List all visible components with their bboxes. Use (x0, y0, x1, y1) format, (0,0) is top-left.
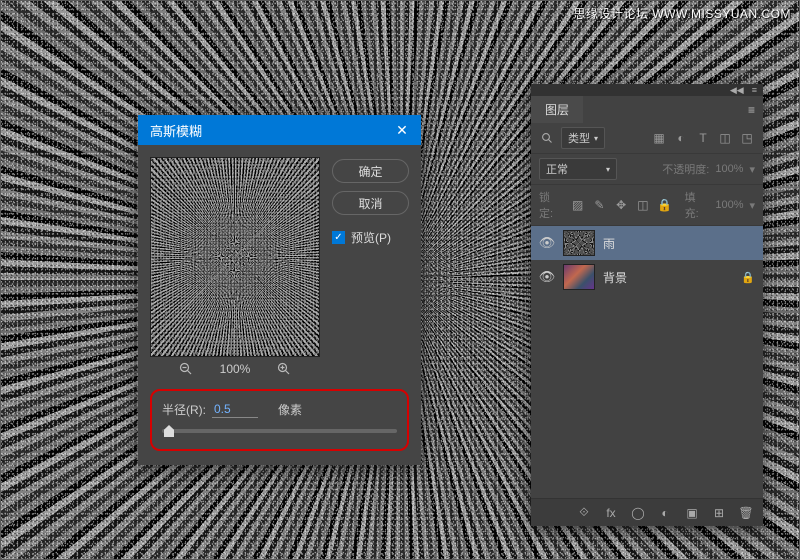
filter-type-select[interactable]: 类型▾ (561, 127, 605, 149)
preview-checkbox[interactable]: ✓ (332, 231, 345, 244)
filter-pixel-icon[interactable]: ▦ (651, 130, 667, 146)
layer-row[interactable]: 👁 背景 🔒 (531, 260, 763, 294)
lock-brush-icon[interactable]: ✎ (592, 197, 608, 213)
filter-shape-icon[interactable]: ◫ (717, 130, 733, 146)
zoom-in-icon[interactable] (276, 361, 292, 377)
layer-style-icon[interactable]: fx (604, 506, 618, 520)
zoom-out-icon[interactable] (178, 361, 194, 377)
radius-slider[interactable] (162, 429, 397, 433)
fill-value[interactable]: 100% (715, 199, 743, 211)
lock-move-icon[interactable]: ✥ (613, 197, 629, 213)
layers-panel: ◀◀≡ 图层 ≡ 类型▾ ▦ ◐ T ◫ ◳ 正常▾ 不透明度: 100% ▾ … (531, 84, 763, 526)
watermark-text: 思缘设计论坛 WWW.MISSYUAN.COM (574, 5, 792, 22)
radius-highlight: 半径(R): 像素 (150, 389, 409, 451)
layer-mask-icon[interactable]: ◯ (631, 506, 645, 520)
dialog-title: 高斯模糊 (150, 121, 202, 140)
layer-thumbnail[interactable] (563, 264, 595, 290)
layers-tab[interactable]: 图层 (531, 96, 583, 123)
layer-thumbnail[interactable] (563, 230, 595, 256)
gaussian-blur-dialog: 高斯模糊 ✕ 100% 确定 取消 (138, 115, 421, 465)
close-icon[interactable]: ✕ (383, 115, 421, 145)
opacity-label: 不透明度: (662, 161, 709, 177)
ok-button[interactable]: 确定 (332, 159, 409, 183)
panel-collapse-bar[interactable]: ◀◀≡ (531, 84, 763, 96)
adjustment-layer-icon[interactable]: ◐ (658, 506, 672, 520)
link-layers-icon[interactable]: ⟐ (577, 506, 591, 520)
radius-input[interactable] (212, 401, 258, 418)
layer-name[interactable]: 背景 (603, 269, 627, 286)
filter-adjust-icon[interactable]: ◐ (673, 130, 689, 146)
lock-artboard-icon[interactable]: ◫ (635, 197, 651, 213)
layer-list: 👁 雨 👁 背景 🔒 (531, 226, 763, 498)
lock-image-icon[interactable]: ▨ (570, 197, 586, 213)
cancel-button[interactable]: 取消 (332, 191, 409, 215)
filter-smart-icon[interactable]: ◳ (739, 130, 755, 146)
lock-all-icon[interactable]: 🔒 (657, 197, 673, 213)
lock-label: 锁定: (539, 189, 564, 221)
preview-checkbox-label: 预览(P) (351, 229, 391, 246)
group-icon[interactable]: ▣ (685, 506, 699, 520)
radius-unit: 像素 (278, 401, 302, 418)
zoom-level: 100% (220, 362, 251, 376)
fill-label: 填充: (685, 189, 710, 221)
blend-mode-select[interactable]: 正常▾ (539, 158, 617, 180)
search-icon[interactable] (539, 130, 555, 146)
preview-image[interactable] (150, 157, 320, 357)
layer-row[interactable]: 👁 雨 (531, 226, 763, 260)
new-layer-icon[interactable]: ⊞ (712, 506, 726, 520)
delete-layer-icon[interactable]: 🗑 (739, 506, 753, 520)
opacity-value[interactable]: 100% (715, 163, 743, 175)
visibility-icon[interactable]: 👁 (539, 235, 555, 251)
radius-label: 半径(R): (162, 401, 206, 418)
slider-thumb[interactable] (164, 425, 174, 437)
layer-name[interactable]: 雨 (603, 235, 615, 252)
panel-menu-icon[interactable]: ≡ (740, 103, 763, 117)
lock-icon[interactable]: 🔒 (741, 271, 755, 284)
visibility-icon[interactable]: 👁 (539, 269, 555, 285)
dialog-titlebar[interactable]: 高斯模糊 ✕ (138, 115, 421, 145)
filter-type-icon[interactable]: T (695, 130, 711, 146)
